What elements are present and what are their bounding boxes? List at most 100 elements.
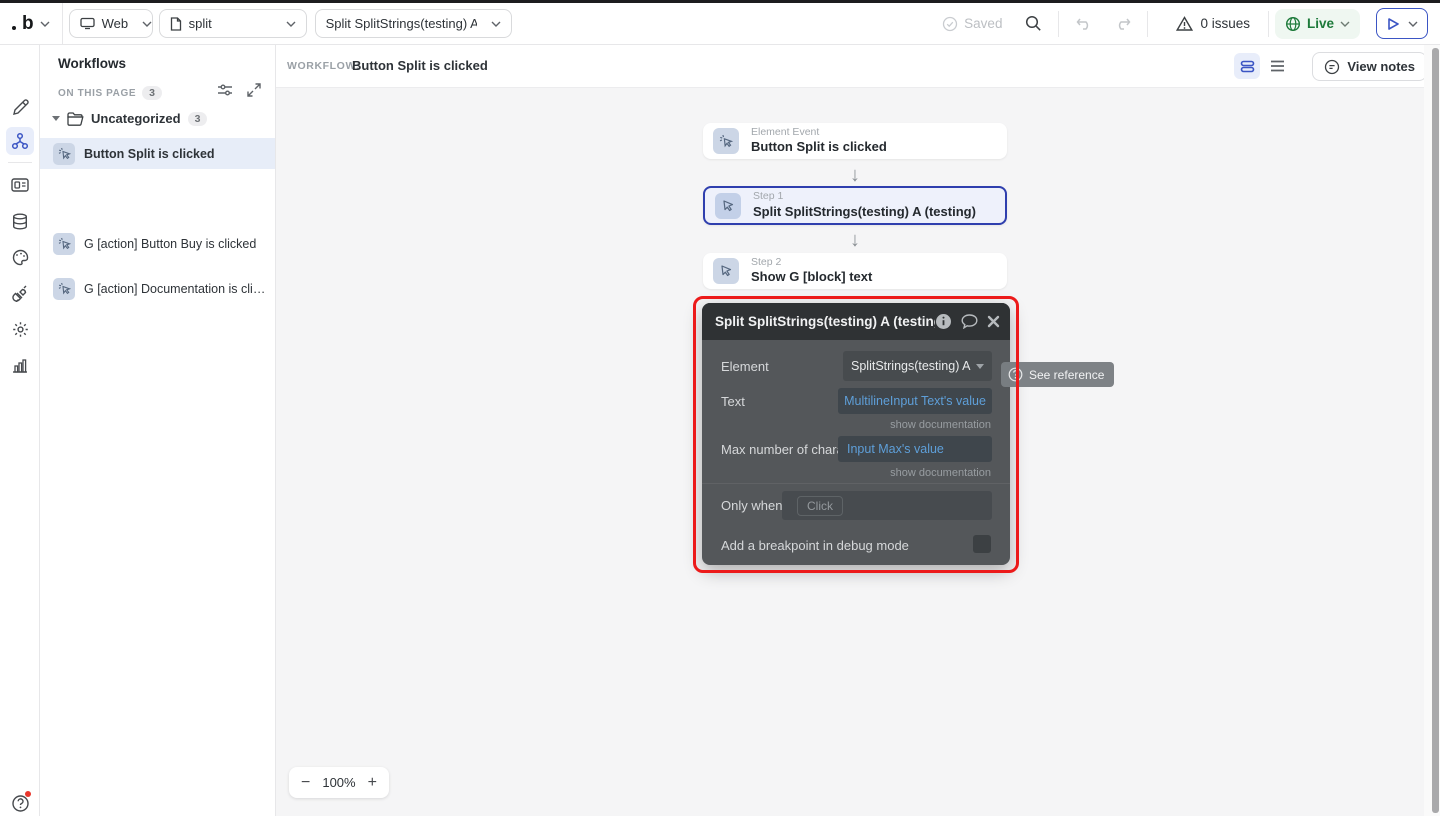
- warning-icon: [1176, 15, 1194, 31]
- element-event-icon: [53, 142, 75, 165]
- only-when-placeholder: Click: [797, 495, 843, 516]
- info-icon: [936, 314, 951, 329]
- expand-button[interactable]: [247, 83, 261, 102]
- see-reference-tooltip[interactable]: See reference: [1001, 362, 1115, 387]
- only-when-input[interactable]: Click: [782, 491, 992, 520]
- element-event-icon: [53, 277, 75, 300]
- redo-button[interactable]: [1107, 9, 1137, 39]
- issues-button[interactable]: 0 issues: [1176, 15, 1250, 32]
- design-tab-button[interactable]: [6, 93, 34, 121]
- node-kind: Element Event: [751, 125, 820, 138]
- environment-label: Web: [101, 16, 129, 31]
- live-label: Live: [1306, 16, 1334, 31]
- close-button[interactable]: [987, 315, 1000, 328]
- data-tab-button[interactable]: [6, 207, 34, 235]
- styles-tab-button[interactable]: [6, 243, 34, 271]
- monitor-icon: [79, 17, 95, 30]
- undo-button[interactable]: [1069, 9, 1099, 39]
- chevron-down-icon: [491, 21, 501, 27]
- workflow-title: Button Split is clicked: [352, 58, 488, 73]
- node-title: Split SplitStrings(testing) A (testing): [753, 203, 976, 219]
- workflow-list-item[interactable]: Button Split is clicked: [40, 138, 275, 169]
- info-button[interactable]: [935, 313, 952, 330]
- flow-arrow-icon: ↓: [850, 164, 860, 186]
- cards-view-toggle[interactable]: [1234, 53, 1260, 79]
- chart-icon: [13, 358, 27, 373]
- folder-uncategorized[interactable]: Uncategorized 3: [52, 111, 208, 126]
- element-event-icon: [713, 128, 739, 154]
- workflow-node-step1[interactable]: Step 1 Split SplitStrings(testing) A (tes…: [703, 186, 1007, 225]
- workflow-tab-button[interactable]: [6, 127, 34, 155]
- folder-count-badge: 3: [187, 111, 208, 126]
- plug-icon: [11, 285, 26, 302]
- left-icon-rail: O: [0, 45, 40, 816]
- workflow-list-item[interactable]: G [action] Documentation is click...: [40, 273, 275, 304]
- divider: [1147, 10, 1149, 37]
- divider: [61, 2, 63, 45]
- help-button[interactable]: [6, 789, 34, 816]
- action-pointer-icon: [713, 258, 739, 284]
- chevron-down-icon: [142, 21, 152, 27]
- preview-button[interactable]: [1376, 8, 1428, 39]
- text-expression-value[interactable]: MultilineInput Text's value: [844, 394, 986, 408]
- node-kind: Step 1: [753, 190, 784, 203]
- page-selector[interactable]: split: [158, 9, 307, 38]
- show-documentation-link[interactable]: show documentation: [890, 419, 991, 431]
- flow-arrow-icon: ↓: [850, 229, 860, 251]
- workflow-list-item[interactable]: G [action] Button Buy is clicked: [40, 228, 275, 259]
- text-expression-input[interactable]: MultilineInput Text's value: [838, 388, 992, 414]
- show-documentation-link[interactable]: show documentation: [890, 467, 991, 479]
- search-button[interactable]: [1018, 9, 1048, 39]
- caret-down-icon: [52, 116, 60, 121]
- question-circle-icon: [1008, 367, 1023, 382]
- undo-icon: [1076, 18, 1089, 30]
- text-field-label: Text: [721, 393, 745, 409]
- check-circle-icon: [943, 16, 958, 31]
- dialog-titlebar[interactable]: Split SplitStrings(testing) A (testing): [702, 303, 1010, 340]
- view-notes-button[interactable]: View notes: [1312, 52, 1427, 81]
- comment-button[interactable]: [961, 314, 978, 329]
- saved-status: Saved: [942, 16, 1002, 32]
- element-event-icon: [53, 232, 75, 255]
- workflow-label: WORKFLOW:: [287, 60, 360, 72]
- chevron-down-icon: [286, 21, 296, 27]
- list-view-toggle[interactable]: [1264, 53, 1290, 79]
- zoom-out-button[interactable]: −: [301, 774, 310, 791]
- folder-icon: [67, 111, 84, 126]
- workflow-node-event[interactable]: Element Event Button Split is clicked: [703, 123, 1007, 159]
- reusable-components-tab-button[interactable]: [6, 171, 34, 199]
- max-chars-expression-value[interactable]: Input Max's value: [847, 442, 944, 456]
- workflows-panel: Workflows ON THIS PAGE 3 Uncategorized 3…: [40, 45, 276, 816]
- settings-tab-button[interactable]: [6, 315, 34, 343]
- element-dropdown[interactable]: SplitStrings(testing) A: [843, 351, 992, 381]
- app-logo-menu[interactable]: b: [0, 13, 62, 35]
- logs-tab-button[interactable]: [6, 351, 34, 379]
- folder-name: Uncategorized: [91, 111, 181, 126]
- list-view-icon: [1270, 60, 1284, 72]
- canvas-scrollbar[interactable]: [1432, 48, 1439, 813]
- page-label: split: [188, 16, 212, 31]
- scope-count-badge: 3: [142, 86, 162, 100]
- sliders-icon: [218, 84, 232, 96]
- max-chars-field-label: Max number of chara: [721, 441, 844, 457]
- plugins-tab-button[interactable]: [6, 279, 34, 307]
- max-chars-expression-input[interactable]: Input Max's value: [838, 436, 992, 462]
- action-properties-dialog: Split SplitStrings(testing) A (testing) …: [702, 303, 1010, 565]
- node-kind: Step 2: [751, 255, 782, 268]
- issues-count: 0 issues: [1200, 16, 1250, 31]
- environment-selector[interactable]: Web: [68, 9, 153, 38]
- workflow-node-step2[interactable]: Step 2 Show G [block] text: [703, 253, 1007, 289]
- note-comment-icon: [1325, 59, 1340, 74]
- redo-icon: [1118, 18, 1131, 30]
- cards-view-icon: [1240, 60, 1254, 72]
- filter-button[interactable]: [217, 83, 233, 102]
- panel-title: Workflows: [58, 56, 127, 71]
- breakpoint-checkbox[interactable]: [973, 535, 991, 553]
- live-version-button[interactable]: Live: [1274, 8, 1360, 39]
- zoom-in-button[interactable]: +: [368, 774, 377, 791]
- logo-letter: b: [22, 12, 34, 34]
- workflow-selector[interactable]: Split SplitStrings(testing) A ...: [314, 9, 512, 38]
- pencil-icon: [12, 98, 29, 115]
- components-icon: [11, 178, 29, 192]
- chevron-down-icon: [40, 21, 50, 27]
